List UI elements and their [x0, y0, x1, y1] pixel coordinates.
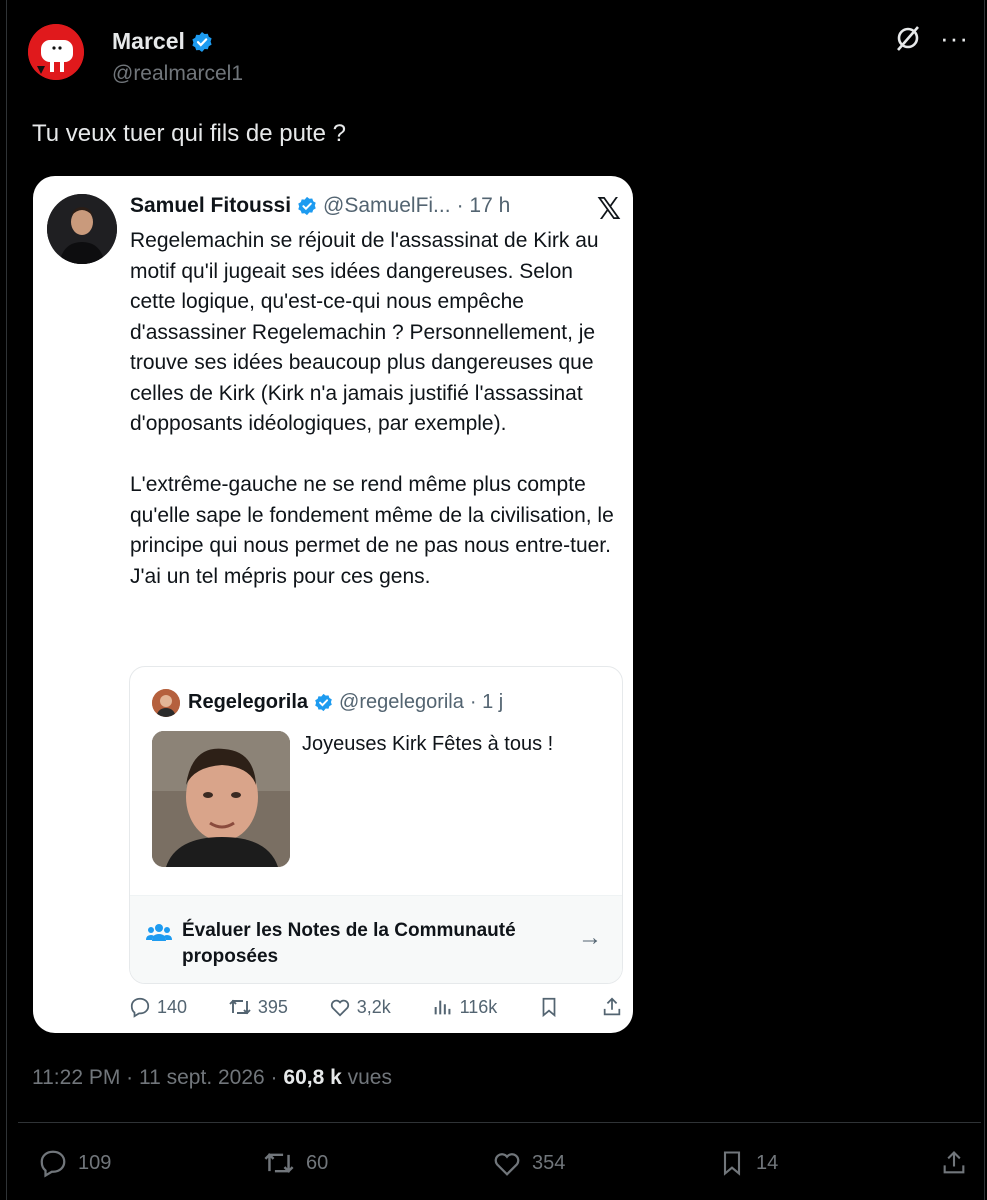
bookmark-icon	[723, 1151, 741, 1176]
share-button[interactable]	[940, 1148, 968, 1178]
person-photo-icon	[47, 194, 117, 264]
repost-icon	[264, 1153, 294, 1173]
verified-badge-icon	[192, 31, 212, 52]
quoted-screenshot-card[interactable]: Samuel Fitoussi @SamuelFi... · 17 h 𝕏 Re…	[33, 176, 633, 1033]
quoted-paragraph: Regelemachin se réjouit de l'assassinat …	[130, 229, 599, 435]
quoted-body: Regelemachin se réjouit de l'assassinat …	[130, 226, 620, 623]
nested-author-avatar	[152, 689, 180, 717]
quoted-time: · 17 h	[456, 194, 511, 217]
right-border	[984, 0, 985, 1200]
meta-separator: ·	[270, 1066, 278, 1089]
bookmark-button[interactable]: 14	[718, 1148, 778, 1178]
views-chart-icon	[434, 1000, 451, 1015]
quoted-repost-count: 395	[257, 996, 288, 1017]
author-name[interactable]: Marcel	[112, 28, 185, 55]
nested-time: · 1 j	[469, 691, 504, 713]
repost-icon	[229, 999, 251, 1015]
divider	[18, 1122, 981, 1123]
bookmark-count: 14	[756, 1151, 779, 1174]
left-border	[6, 0, 7, 1200]
author-avatar[interactable]	[28, 24, 84, 80]
quoted-author-handle: @SamuelFi...	[323, 194, 451, 217]
nested-author-handle: @regelegorila	[339, 691, 464, 713]
elephant-logo-icon	[28, 24, 84, 80]
quoted-like: 3,2k	[329, 996, 391, 1018]
views-count: 60,8 k	[283, 1066, 342, 1089]
quoted-paragraph: L'extrême-gauche ne se rend même plus co…	[130, 473, 614, 588]
heart-icon	[494, 1153, 520, 1176]
like-button[interactable]: 354	[492, 1148, 565, 1178]
nested-author-name: Regelegorila	[188, 691, 309, 713]
quoted-header: Samuel Fitoussi @SamuelFi... · 17 h	[130, 194, 510, 218]
post-text: Tu veux tuer qui fils de pute ?	[32, 120, 346, 147]
nested-photo	[152, 731, 290, 867]
reply-button[interactable]: 109	[38, 1148, 111, 1178]
quoted-repost: 395	[228, 996, 288, 1018]
heart-icon	[330, 999, 349, 1017]
repost-count: 60	[306, 1151, 329, 1174]
nested-quote: Regelegorila @regelegorila · 1 j Joyeuse…	[129, 666, 623, 984]
grok-icon[interactable]	[894, 24, 922, 52]
reply-icon	[40, 1150, 66, 1178]
post-actions: 109 60 354 14	[38, 1148, 968, 1184]
top-actions: ···	[894, 24, 969, 52]
arrow-right-icon[interactable]: →	[578, 924, 602, 952]
person-photo-icon	[152, 689, 180, 717]
community-notes-prompt[interactable]: Évaluer les Notes de la Communauté propo…	[130, 895, 622, 983]
community-notes-label[interactable]: Évaluer les Notes de la Communauté propo…	[182, 918, 562, 970]
nested-header: Regelegorila @regelegorila · 1 j	[188, 691, 503, 714]
community-notes-icon	[146, 924, 172, 941]
quoted-views-count: 116k	[459, 996, 498, 1017]
verified-badge-icon	[298, 196, 316, 216]
views-label: vues	[347, 1066, 392, 1089]
more-options-icon[interactable]: ···	[940, 25, 969, 51]
verified-badge-icon	[315, 693, 332, 712]
author-handle[interactable]: @realmarcel1	[112, 62, 243, 86]
like-count: 354	[532, 1151, 566, 1174]
author-name-row[interactable]: Marcel	[112, 28, 213, 55]
nested-text: Joyeuses Kirk Fêtes à tous !	[302, 733, 554, 755]
quoted-like-count: 3,2k	[356, 996, 391, 1017]
share-icon	[943, 1151, 965, 1174]
reply-icon	[130, 997, 150, 1018]
portrait-photo-icon	[152, 731, 290, 867]
post-timestamp[interactable]: 11:22 PM · 11 sept. 2026	[32, 1066, 265, 1089]
x-logo-icon: 𝕏	[596, 193, 621, 226]
quoted-views: 116k	[432, 996, 498, 1018]
quoted-author-name: Samuel Fitoussi	[130, 194, 292, 217]
post-meta: 11:22 PM · 11 sept. 2026 · 60,8 k vues	[32, 1066, 392, 1090]
quoted-actions: 140 395 3,2k 116k	[129, 996, 623, 1018]
reply-count: 109	[78, 1151, 112, 1174]
bookmark-icon	[542, 997, 556, 1018]
share-icon	[603, 997, 621, 1016]
quoted-reply-count: 140	[157, 996, 188, 1017]
repost-button[interactable]: 60	[262, 1148, 328, 1178]
quoted-reply: 140	[129, 996, 187, 1018]
quoted-author-avatar	[47, 194, 117, 264]
